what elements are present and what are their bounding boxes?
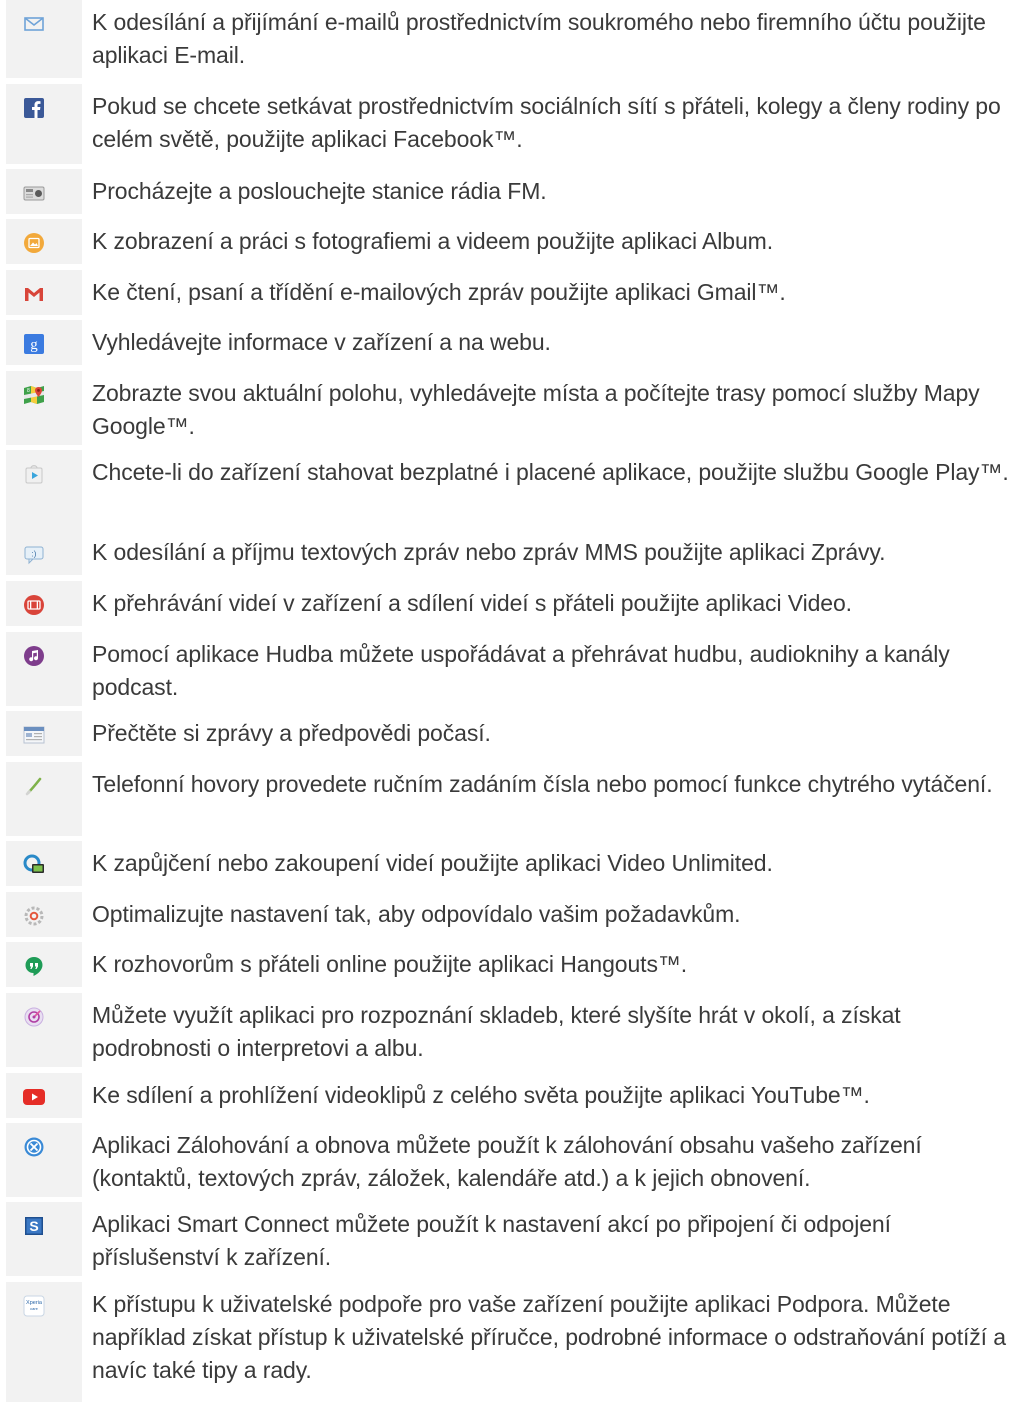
gmail-icon xyxy=(23,283,45,305)
list-item: :) K odesílání a příjmu textových zpráv n… xyxy=(0,530,1022,575)
list-item: K zobrazení a práci s fotografiemi a vid… xyxy=(0,219,1022,264)
item-description: Optimalizujte nastavení tak, aby odpovíd… xyxy=(92,901,741,927)
icon-cell: S xyxy=(6,1202,82,1276)
list-item: Procházejte a poslouchejte stanice rádia… xyxy=(0,169,1022,214)
icon-cell xyxy=(6,270,82,315)
icon-cell xyxy=(6,169,82,214)
youtube-icon xyxy=(23,1086,45,1108)
icon-cell xyxy=(6,632,82,706)
item-description: K odesílání a přijímání e-mailů prostřed… xyxy=(92,9,986,68)
list-item: Ke čtení, psaní a třídění e-mailových zp… xyxy=(0,270,1022,315)
list-item: 8 Zobrazte svou aktuální polohu, vyhledáv… xyxy=(0,371,1022,445)
list-item: Pomocí aplikace Hudba můžete uspořádávat… xyxy=(0,632,1022,706)
icon-cell xyxy=(6,0,82,78)
item-description: Vyhledávejte informace v zařízení a na w… xyxy=(92,329,551,355)
news-weather-icon xyxy=(23,724,45,746)
phone-icon xyxy=(23,775,45,797)
item-description: Pokud se chcete setkávat prostřednictvím… xyxy=(92,93,1001,152)
fm-radio-icon xyxy=(23,182,45,204)
email-icon xyxy=(23,13,45,35)
list-item: Ke sdílení a prohlížení videoklipů z cel… xyxy=(0,1073,1022,1118)
item-description: Přečtěte si zprávy a předpovědi počasí. xyxy=(92,720,491,746)
icon-cell xyxy=(6,841,82,886)
icon-cell: Xperia care xyxy=(6,1282,82,1402)
support-icon: Xperia care xyxy=(23,1295,45,1317)
icon-cell xyxy=(6,450,82,530)
list-item: K zapůjčení nebo zakoupení videí použijt… xyxy=(0,841,1022,886)
list-item: Xperia care K přístupu k uživatelské podpo… xyxy=(0,1282,1022,1402)
item-description: Můžete využít aplikaci pro rozpoznání sk… xyxy=(92,1002,901,1061)
list-item: Chcete-li do zařízení stahovat bezplatné… xyxy=(0,450,1022,530)
icon-cell xyxy=(6,84,82,164)
item-description: Telefonní hovory provedete ručním zadání… xyxy=(92,771,993,797)
list-item: Telefonní hovory provedete ručním zadání… xyxy=(0,762,1022,836)
list-item: Optimalizujte nastavení tak, aby odpovíd… xyxy=(0,892,1022,937)
icon-cell: g xyxy=(6,320,82,365)
list-item: Přečtěte si zprávy a předpovědi počasí. xyxy=(0,711,1022,756)
album-icon xyxy=(23,232,45,254)
item-description: Aplikaci Zálohování a obnova můžete použ… xyxy=(92,1132,922,1191)
icon-cell xyxy=(6,942,82,987)
item-description: Ke sdílení a prohlížení videoklipů z cel… xyxy=(92,1082,870,1108)
google-maps-icon: 8 xyxy=(23,384,45,406)
list-item: S Aplikaci Smart Connect můžete použít k … xyxy=(0,1202,1022,1276)
item-description: Aplikaci Smart Connect můžete použít k n… xyxy=(92,1211,891,1270)
svg-text:care: care xyxy=(30,1306,39,1311)
item-description: Chcete-li do zařízení stahovat bezplatné… xyxy=(92,459,1009,485)
svg-text:S: S xyxy=(29,1218,38,1234)
svg-text:g: g xyxy=(30,337,38,353)
svg-text::): :) xyxy=(32,550,37,559)
icon-cell xyxy=(6,581,82,626)
item-description: K rozhovorům s přáteli online použijte a… xyxy=(92,951,688,977)
item-description: Pomocí aplikace Hudba můžete uspořádávat… xyxy=(92,641,950,700)
item-description: Ke čtení, psaní a třídění e-mailových zp… xyxy=(92,279,786,305)
hangouts-icon xyxy=(23,955,45,977)
icon-cell: :) xyxy=(6,530,82,575)
google-play-icon xyxy=(23,463,45,485)
icon-cell xyxy=(6,993,82,1067)
item-description: K přístupu k uživatelské podpoře pro vaš… xyxy=(92,1291,1006,1383)
icon-cell xyxy=(6,711,82,756)
icon-cell xyxy=(6,1073,82,1118)
item-description: K zapůjčení nebo zakoupení videí použijt… xyxy=(92,850,773,876)
list-item: Pokud se chcete setkávat prostřednictvím… xyxy=(0,84,1022,164)
icon-cell xyxy=(6,219,82,264)
icon-cell xyxy=(6,762,82,836)
item-description: Zobrazte svou aktuální polohu, vyhledáve… xyxy=(92,380,980,439)
list-item: g Vyhledávejte informace v zařízení a na … xyxy=(0,320,1022,365)
google-search-icon: g xyxy=(23,333,45,355)
list-item: Aplikaci Zálohování a obnova můžete použ… xyxy=(0,1123,1022,1197)
list-item: K odesílání a přijímání e-mailů prostřed… xyxy=(0,0,1022,78)
list-item: K rozhovorům s přáteli online použijte a… xyxy=(0,942,1022,987)
messaging-icon: :) xyxy=(23,543,45,565)
smart-connect-icon: S xyxy=(23,1215,45,1237)
settings-icon xyxy=(23,905,45,927)
facebook-icon xyxy=(23,97,45,119)
svg-text:8: 8 xyxy=(27,388,30,394)
video-icon xyxy=(23,594,45,616)
item-description: K přehrávání videí v zařízení a sdílení … xyxy=(92,590,852,616)
list-item: K přehrávání videí v zařízení a sdílení … xyxy=(0,581,1022,626)
item-description: Procházejte a poslouchejte stanice rádia… xyxy=(92,178,547,204)
icon-cell xyxy=(6,1123,82,1197)
video-unlimited-icon xyxy=(23,854,45,876)
item-description: K odesílání a příjmu textových zpráv neb… xyxy=(92,539,886,565)
item-description: K zobrazení a práci s fotografiemi a vid… xyxy=(92,228,773,254)
backup-restore-icon xyxy=(23,1136,45,1158)
icon-cell: 8 xyxy=(6,371,82,445)
music-icon xyxy=(23,645,45,667)
icon-cell xyxy=(6,892,82,937)
trackid-icon xyxy=(23,1006,45,1028)
list-item: Můžete využít aplikaci pro rozpoznání sk… xyxy=(0,993,1022,1067)
